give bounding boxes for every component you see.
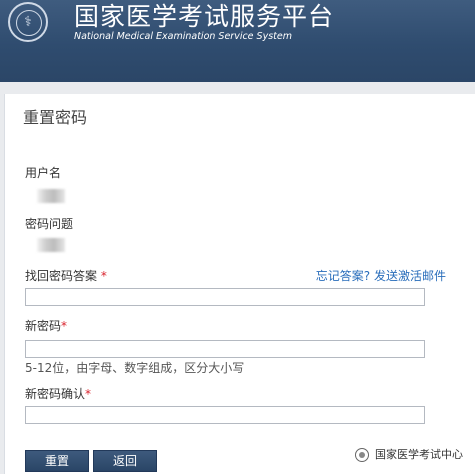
watermark-text: 国家医学考试中心 — [375, 448, 463, 461]
new-password-hint: 5-12位，由字母、数字组成，区分大小写 — [25, 361, 245, 375]
required-mark: * — [85, 387, 92, 401]
site-header: ⚕ 国家医学考试服务平台 National Medical Examinatio… — [0, 0, 475, 82]
required-mark: * — [100, 269, 107, 283]
answer-label: 找回密码答案 * — [25, 268, 107, 284]
site-title: 国家医学考试服务平台 — [74, 2, 335, 31]
required-mark: * — [61, 319, 68, 333]
username-value-masked — [37, 189, 65, 203]
send-activation-email-link[interactable]: 发送激活邮件 — [374, 269, 446, 283]
question-value-masked — [37, 238, 65, 252]
confirm-password-label-text: 新密码确认 — [25, 387, 86, 401]
new-password-label: 新密码* — [25, 318, 67, 334]
answer-input[interactable] — [25, 288, 425, 306]
confirm-password-label: 新密码确认* — [25, 386, 91, 402]
forgot-answer-links: 忘记答案? 发送激活邮件 — [316, 268, 446, 284]
medical-exam-logo-icon: ⚕ — [8, 2, 48, 42]
reset-button[interactable]: 重置 — [25, 450, 89, 472]
site-subtitle: National Medical Examination Service Sys… — [74, 31, 292, 42]
reset-password-panel: 重置密码 用户名 密码问题 找回密码答案 * 忘记答案? 发送激活邮件 新密码*… — [4, 94, 475, 474]
forgot-answer-link[interactable]: 忘记答案? — [316, 269, 370, 283]
new-password-label-text: 新密码 — [25, 319, 62, 333]
page-title: 重置密码 — [23, 108, 88, 127]
wechat-account-icon — [355, 448, 369, 462]
back-button[interactable]: 返回 — [93, 450, 157, 472]
answer-label-text: 找回密码答案 — [25, 269, 98, 283]
question-label: 密码问题 — [25, 217, 74, 231]
watermark: 国家医学考试中心 — [353, 446, 463, 464]
username-label: 用户名 — [25, 166, 62, 180]
new-password-input[interactable] — [25, 340, 425, 358]
confirm-password-input[interactable] — [25, 406, 425, 424]
